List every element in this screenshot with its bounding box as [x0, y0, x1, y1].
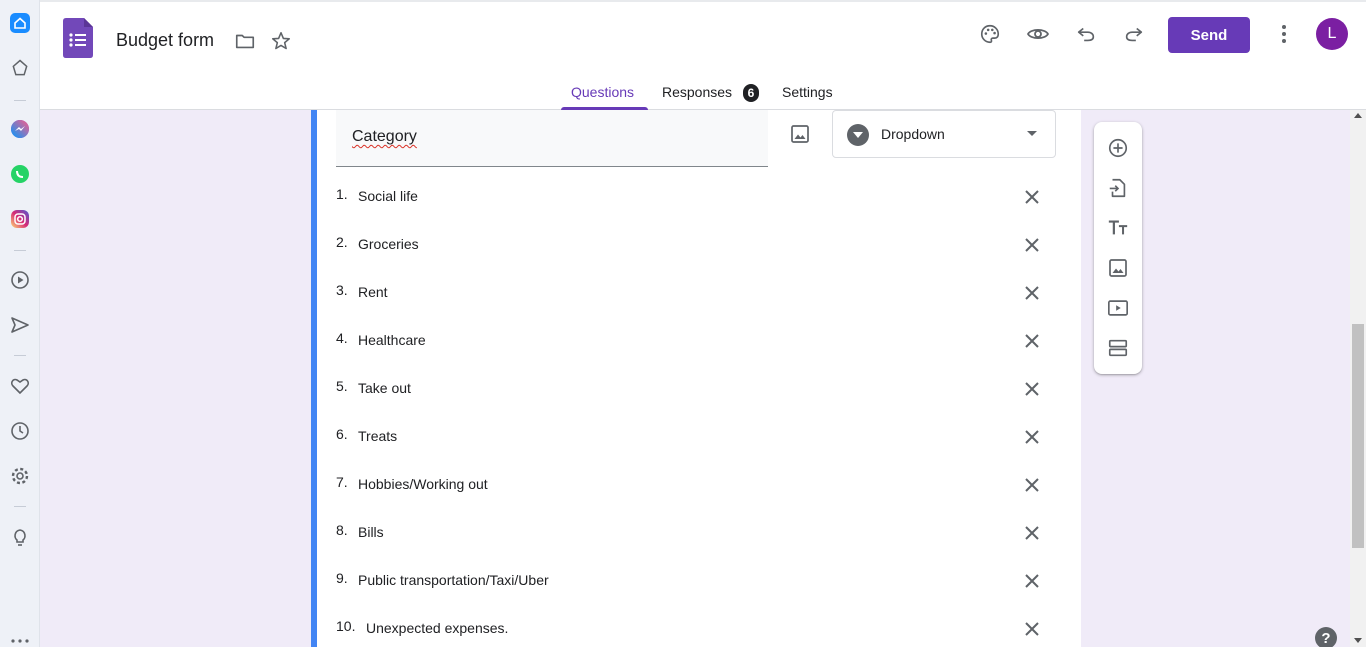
scroll-thumb[interactable]	[1352, 324, 1364, 548]
star-icon[interactable]	[269, 29, 293, 53]
preview-icon[interactable]	[1026, 22, 1050, 46]
tab-questions[interactable]: Questions	[571, 84, 634, 100]
browser-sidebar	[0, 0, 40, 647]
remove-option-icon[interactable]	[1020, 377, 1044, 401]
option-number: 8.	[336, 522, 348, 538]
option-label[interactable]: Treats	[358, 428, 397, 444]
whatsapp-icon[interactable]	[9, 163, 31, 185]
dropdown-type-icon	[847, 124, 869, 146]
option-number: 5.	[336, 378, 348, 394]
question-title[interactable]: Category	[352, 128, 417, 146]
card-focus-indicator	[311, 110, 317, 647]
remove-option-icon[interactable]	[1020, 473, 1044, 497]
tab-responses[interactable]: Responses	[662, 84, 732, 100]
redo-icon[interactable]	[1122, 22, 1146, 46]
lightbulb-icon[interactable]	[9, 526, 31, 548]
history-icon[interactable]	[9, 420, 31, 442]
option-number: 1.	[336, 186, 348, 202]
palette-icon[interactable]	[978, 22, 1002, 46]
messenger-icon[interactable]	[9, 118, 31, 140]
bookmarks-icon[interactable]	[9, 57, 31, 79]
remove-option-icon[interactable]	[1020, 521, 1044, 545]
import-questions-icon[interactable]	[1106, 176, 1130, 200]
question-title-field[interactable]: Category	[336, 110, 768, 167]
question-type-dropdown[interactable]: Dropdown	[832, 110, 1056, 158]
add-image-to-question-icon[interactable]	[788, 122, 812, 146]
option-label[interactable]: Groceries	[358, 236, 419, 252]
add-title-icon[interactable]	[1106, 216, 1130, 240]
form-editor-area: Category Dropdown 1. Social life 2. Groceri…	[40, 110, 1350, 647]
remove-option-icon[interactable]	[1020, 329, 1044, 353]
page-scrollbar[interactable]	[1350, 110, 1366, 647]
option-label[interactable]: Healthcare	[358, 332, 426, 348]
option-number: 2.	[336, 234, 348, 250]
option-label[interactable]: Bills	[358, 524, 384, 540]
tab-settings[interactable]: Settings	[782, 84, 833, 100]
responses-count-badge: 6	[743, 84, 759, 102]
question-card[interactable]	[311, 110, 1081, 647]
option-number: 4.	[336, 330, 348, 346]
help-button[interactable]: ?	[1315, 627, 1337, 647]
option-number: 7.	[336, 474, 348, 490]
avatar[interactable]: L	[1316, 18, 1348, 50]
option-number: 9.	[336, 570, 348, 586]
remove-option-icon[interactable]	[1020, 425, 1044, 449]
forms-header: Budget form Send L Questions Responses 6…	[40, 0, 1366, 110]
add-video-icon[interactable]	[1106, 296, 1130, 320]
option-label[interactable]: Unexpected expenses.	[366, 620, 508, 636]
instagram-icon[interactable]	[9, 208, 31, 230]
add-image-icon[interactable]	[1106, 256, 1130, 280]
remove-option-icon[interactable]	[1020, 569, 1044, 593]
send-icon[interactable]	[9, 314, 31, 336]
scroll-up-arrow-icon[interactable]	[1354, 113, 1362, 118]
player-icon[interactable]	[9, 269, 31, 291]
home-icon[interactable]	[9, 12, 31, 34]
heart-icon[interactable]	[9, 375, 31, 397]
remove-option-icon[interactable]	[1020, 185, 1044, 209]
send-button[interactable]: Send	[1168, 17, 1250, 53]
option-label[interactable]: Rent	[358, 284, 388, 300]
folder-icon[interactable]	[233, 29, 257, 53]
remove-option-icon[interactable]	[1020, 281, 1044, 305]
option-number: 3.	[336, 282, 348, 298]
option-label[interactable]: Hobbies/Working out	[358, 476, 488, 492]
option-number: 6.	[336, 426, 348, 442]
undo-icon[interactable]	[1074, 22, 1098, 46]
scroll-down-arrow-icon[interactable]	[1354, 638, 1362, 643]
question-type-label: Dropdown	[881, 126, 945, 142]
option-label[interactable]: Social life	[358, 188, 418, 204]
option-label[interactable]: Public transportation/Taxi/Uber	[358, 572, 549, 588]
add-question-icon[interactable]	[1106, 136, 1130, 160]
more-vert-icon[interactable]	[1272, 22, 1296, 46]
document-title[interactable]: Budget form	[116, 30, 214, 51]
floating-toolbar	[1094, 122, 1142, 374]
add-section-icon[interactable]	[1106, 336, 1130, 360]
remove-option-icon[interactable]	[1020, 617, 1044, 641]
option-number: 10.	[336, 618, 356, 634]
option-label[interactable]: Take out	[358, 380, 411, 396]
remove-option-icon[interactable]	[1020, 233, 1044, 257]
more-icon[interactable]	[9, 630, 31, 647]
settings-icon[interactable]	[9, 465, 31, 487]
chevron-down-icon	[1027, 131, 1037, 136]
forms-logo-icon[interactable]	[63, 18, 93, 58]
